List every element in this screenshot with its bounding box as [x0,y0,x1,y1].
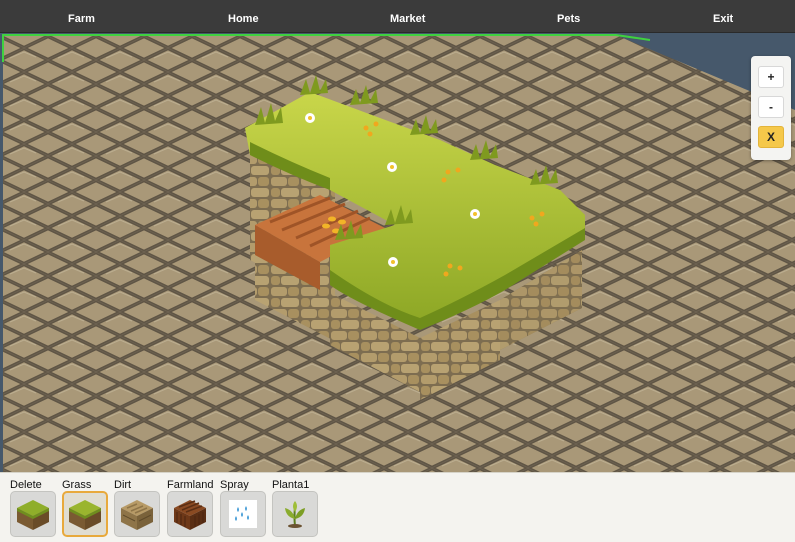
tool-label: Spray [220,479,249,491]
close-button[interactable]: X [758,126,784,148]
tool-dirt[interactable]: Dirt [114,473,174,542]
tool-delete-button[interactable] [10,491,56,537]
tool-grass-button[interactable] [62,491,108,537]
zoom-in-button[interactable]: + [758,66,784,88]
zoom-out-button[interactable]: - [758,96,784,118]
water-drops-icon [229,500,257,528]
nav-exit[interactable]: Exit [713,13,733,25]
nav-home[interactable]: Home [228,13,259,25]
tool-planta1-button[interactable] [272,491,318,537]
top-nav-bar: Farm Home Market Pets Exit [0,0,795,33]
tool-planta1[interactable]: Planta1 [272,473,332,542]
isometric-scene[interactable] [0,33,795,472]
farmland-block-icon [174,500,206,530]
tool-label: Grass [62,479,92,491]
grass-block-icon [17,500,49,530]
game-viewport[interactable]: + - X [0,33,795,472]
tool-farmland-button[interactable] [167,491,213,537]
tool-label: Farmland [167,479,214,491]
nav-farm[interactable]: Farm [68,13,95,25]
nav-market[interactable]: Market [390,13,425,25]
tool-grass[interactable]: Grass [62,473,122,542]
tool-spray-button[interactable] [220,491,266,537]
tool-farmland[interactable]: Farmland [167,473,227,542]
tool-dirt-button[interactable] [114,491,160,537]
tool-label: Dirt [114,479,132,491]
tool-palette: Delete Grass Dirt Farmland Spray Planta1 [0,472,795,542]
nav-pets[interactable]: Pets [557,13,580,25]
tool-delete[interactable]: Delete [10,473,70,542]
tool-spray[interactable]: Spray [220,473,280,542]
dirt-block-icon [121,500,153,530]
grass-block-icon [69,500,101,530]
tool-label: Planta1 [272,479,310,491]
tool-label: Delete [10,479,42,491]
plant-sprout-icon [285,501,305,528]
zoom-controls: + - X [751,56,791,160]
